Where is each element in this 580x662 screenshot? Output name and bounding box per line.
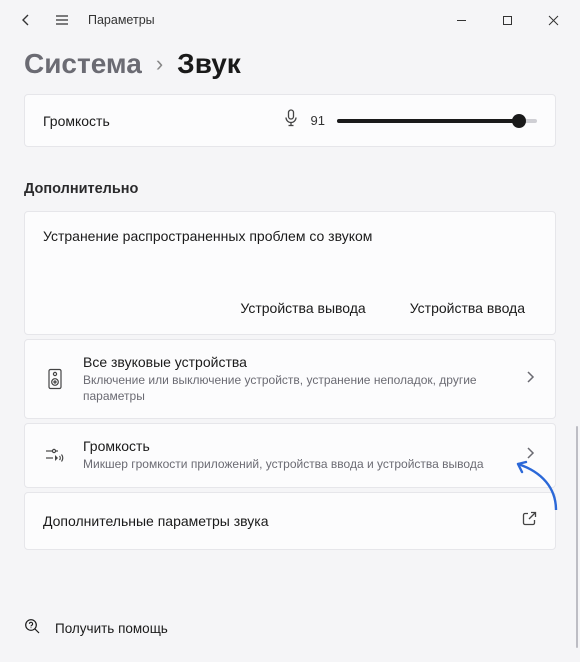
volume-value: 91	[311, 113, 325, 128]
scrollbar[interactable]	[576, 426, 578, 648]
help-label: Получить помощь	[55, 621, 168, 636]
volume-slider[interactable]	[337, 113, 537, 129]
speaker-icon	[43, 368, 67, 390]
volume-mixer-sub: Микшер громкости приложений, устройства …	[83, 456, 507, 472]
more-sound-settings-row[interactable]: Дополнительные параметры звука	[24, 492, 556, 550]
volume-card: Громкость 91	[24, 94, 556, 147]
chevron-right-icon	[523, 370, 537, 389]
maximize-button[interactable]	[484, 4, 530, 36]
troubleshoot-title: Устранение распространенных проблем со з…	[43, 228, 537, 244]
close-button[interactable]	[530, 4, 576, 36]
help-icon	[24, 618, 41, 638]
breadcrumb: Система › Звук	[24, 48, 556, 80]
breadcrumb-separator: ›	[156, 51, 163, 77]
more-sound-title: Дополнительные параметры звука	[43, 513, 522, 529]
all-devices-sub: Включение или выключение устройств, устр…	[83, 372, 507, 404]
titlebar: Параметры	[0, 0, 580, 40]
mixer-icon	[43, 446, 67, 464]
breadcrumb-system[interactable]: Система	[24, 48, 142, 80]
volume-mixer-row[interactable]: Громкость Микшер громкости приложений, у…	[24, 423, 556, 487]
troubleshoot-output-button[interactable]: Устройства вывода	[240, 300, 365, 316]
all-devices-title: Все звуковые устройства	[83, 354, 507, 370]
back-button[interactable]	[16, 10, 36, 30]
minimize-button[interactable]	[438, 4, 484, 36]
troubleshoot-input-button[interactable]: Устройства ввода	[410, 300, 525, 316]
help-link[interactable]: Получить помощь	[0, 618, 192, 638]
breadcrumb-sound: Звук	[177, 48, 241, 80]
microphone-icon[interactable]	[283, 109, 299, 132]
volume-label: Громкость	[43, 113, 271, 129]
all-devices-row[interactable]: Все звуковые устройства Включение или вы…	[24, 339, 556, 419]
chevron-right-icon	[523, 446, 537, 465]
troubleshoot-card: Устранение распространенных проблем со з…	[24, 211, 556, 335]
menu-button[interactable]	[52, 10, 72, 30]
volume-mixer-title: Громкость	[83, 438, 507, 454]
open-external-icon	[522, 511, 537, 531]
window-title: Параметры	[88, 13, 155, 27]
section-header-additional: Дополнительно	[24, 181, 556, 197]
